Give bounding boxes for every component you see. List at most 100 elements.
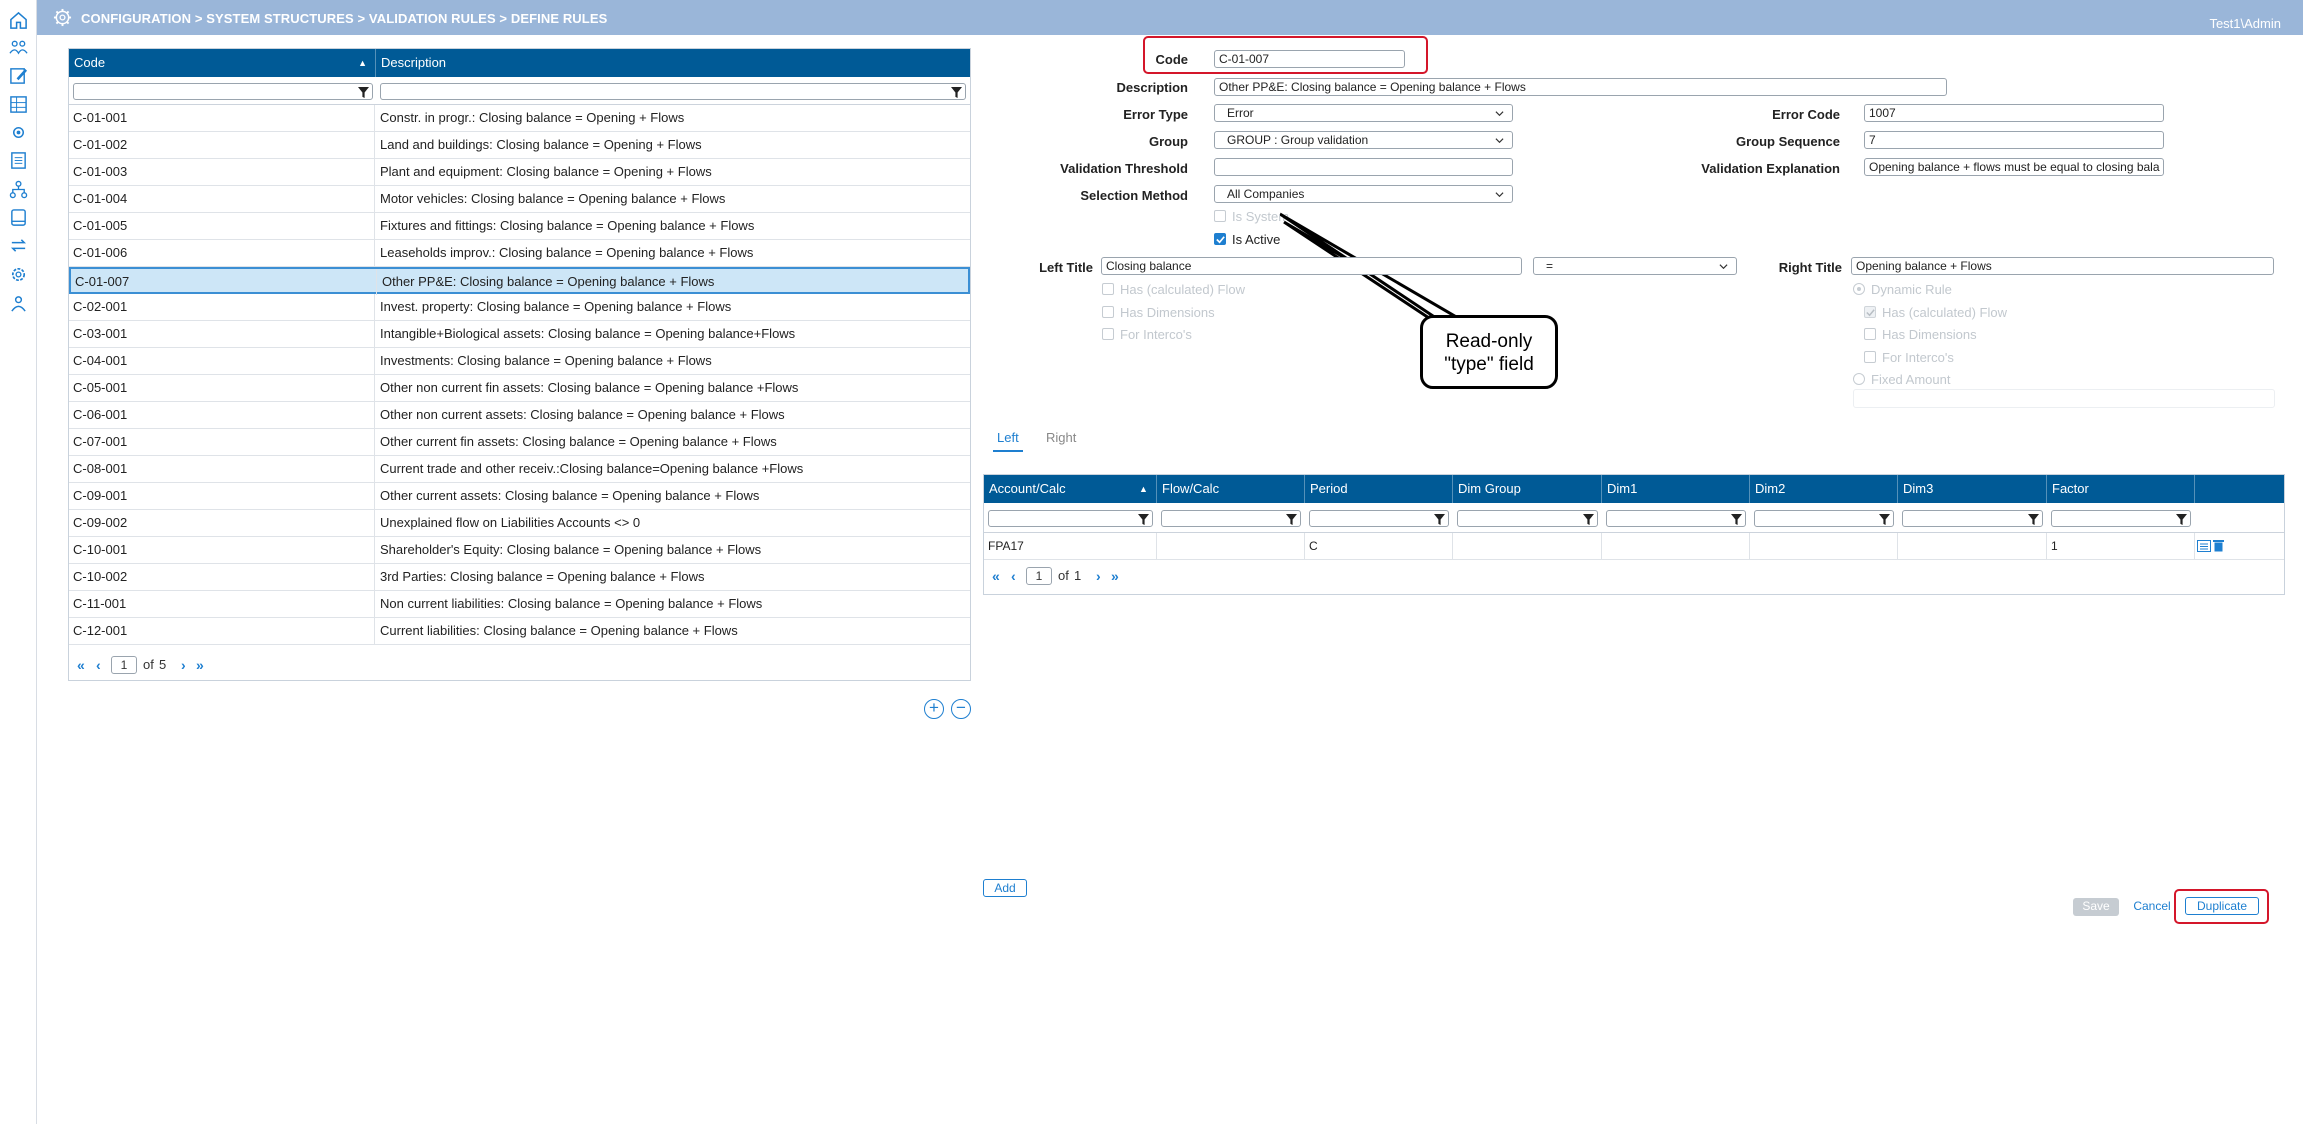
document-icon[interactable] bbox=[9, 151, 28, 170]
column-header-dim-group[interactable]: Dim Group bbox=[1453, 475, 1602, 503]
column-header-factor[interactable]: Factor bbox=[2047, 475, 2195, 503]
is-active-checkbox[interactable] bbox=[1214, 233, 1226, 245]
filter-icon[interactable] bbox=[1286, 514, 1297, 525]
people-icon[interactable] bbox=[9, 38, 28, 57]
column-header-flow-calc[interactable]: Flow/Calc bbox=[1157, 475, 1305, 503]
table-row[interactable]: C-01-006 Leaseholds improv.: Closing bala… bbox=[69, 240, 970, 267]
group-sequence-input[interactable]: 7 bbox=[1864, 131, 2164, 149]
filter-icon[interactable] bbox=[1879, 514, 1890, 525]
next-page-icon[interactable]: › bbox=[1096, 568, 1101, 584]
table-row[interactable]: C-01-004 Motor vehicles: Closing balance … bbox=[69, 186, 970, 213]
column-header-account-calc[interactable]: Account/Calc bbox=[984, 475, 1157, 503]
tab-right[interactable]: Right bbox=[1046, 430, 1076, 445]
fixed-amount-input[interactable] bbox=[1853, 389, 2275, 408]
group-select[interactable]: GROUP : Group validation bbox=[1214, 131, 1513, 149]
next-page-icon[interactable]: › bbox=[181, 657, 186, 673]
prev-page-icon[interactable]: ‹ bbox=[1011, 568, 1016, 584]
code-input[interactable]: C-01-007 bbox=[1214, 50, 1405, 68]
table-row[interactable]: C-01-003 Plant and equipment: Closing bal… bbox=[69, 159, 970, 186]
description-filter-input[interactable] bbox=[380, 83, 966, 100]
prev-page-icon[interactable]: ‹ bbox=[96, 657, 101, 673]
table-row[interactable]: C-01-007 Other PP&E: Closing balance = Op… bbox=[69, 267, 970, 295]
table-row[interactable]: C-01-002 Land and buildings: Closing bala… bbox=[69, 132, 970, 159]
cancel-button[interactable]: Cancel bbox=[2129, 898, 2175, 916]
table-row[interactable]: C-01-001 Constr. in progr.: Closing balan… bbox=[69, 105, 970, 132]
table-row[interactable]: C-08-001 Current trade and other receiv.:… bbox=[69, 456, 970, 483]
users-icon[interactable] bbox=[9, 294, 28, 313]
validation-threshold-input[interactable] bbox=[1214, 158, 1513, 176]
tab-left[interactable]: Left bbox=[997, 430, 1019, 445]
right-for-intercos-checkbox[interactable] bbox=[1864, 351, 1876, 363]
factor-filter-input[interactable] bbox=[2051, 510, 2191, 527]
column-header-dim2[interactable]: Dim2 bbox=[1750, 475, 1898, 503]
account-calc-filter-input[interactable] bbox=[988, 510, 1153, 527]
swap-icon[interactable] bbox=[9, 236, 28, 255]
duplicate-button[interactable]: Duplicate bbox=[2185, 897, 2259, 915]
table-row[interactable]: C-12-001 Current liabilities: Closing bal… bbox=[69, 618, 970, 645]
last-page-icon[interactable]: » bbox=[1111, 568, 1119, 584]
last-page-icon[interactable]: » bbox=[196, 657, 204, 673]
dim1-filter-input[interactable] bbox=[1606, 510, 1746, 527]
period-filter-input[interactable] bbox=[1309, 510, 1449, 527]
first-page-icon[interactable]: « bbox=[992, 568, 1000, 584]
filter-icon[interactable] bbox=[1434, 514, 1445, 525]
add-rule-icon[interactable]: + bbox=[924, 699, 944, 719]
filter-icon[interactable] bbox=[1583, 514, 1594, 525]
table-row[interactable]: C-05-001 Other non current fin assets: Cl… bbox=[69, 375, 970, 402]
code-filter-input[interactable] bbox=[73, 83, 373, 100]
book-icon[interactable] bbox=[9, 208, 28, 227]
left-title-input[interactable]: Closing balance bbox=[1101, 257, 1522, 275]
fixed-amount-radio[interactable] bbox=[1853, 373, 1865, 385]
validation-explanation-input[interactable]: Opening balance + flows must be equal to… bbox=[1864, 158, 2164, 176]
details-icon[interactable] bbox=[2197, 540, 2211, 552]
remove-rule-icon[interactable]: − bbox=[951, 699, 971, 719]
page-number-input[interactable]: 1 bbox=[1026, 567, 1052, 585]
filter-icon[interactable] bbox=[1731, 514, 1742, 525]
table-row[interactable]: C-09-001 Other current assets: Closing ba… bbox=[69, 483, 970, 510]
error-code-input[interactable]: 1007 bbox=[1864, 104, 2164, 122]
trash-icon[interactable] bbox=[2213, 539, 2224, 552]
right-has-dimensions-checkbox[interactable] bbox=[1864, 328, 1876, 340]
dim2-filter-input[interactable] bbox=[1754, 510, 1894, 527]
table-row[interactable]: FPA17 C 1 bbox=[984, 533, 2284, 560]
column-header-period[interactable]: Period bbox=[1305, 475, 1453, 503]
table-row[interactable]: C-04-001 Investments: Closing balance = O… bbox=[69, 348, 970, 375]
breadcrumb[interactable]: CONFIGURATION > SYSTEM STRUCTURES > VALI… bbox=[81, 11, 607, 26]
right-has-calculated-flow-checkbox[interactable] bbox=[1864, 306, 1876, 318]
add-button[interactable]: Add bbox=[983, 879, 1027, 897]
table-row[interactable]: C-03-001 Intangible+Biological assets: Cl… bbox=[69, 321, 970, 348]
column-header-dim1[interactable]: Dim1 bbox=[1602, 475, 1750, 503]
edit-icon[interactable] bbox=[9, 66, 28, 85]
table-row[interactable]: C-10-002 3rd Parties: Closing balance = O… bbox=[69, 564, 970, 591]
description-input[interactable]: Other PP&E: Closing balance = Opening ba… bbox=[1214, 78, 1947, 96]
selection-method-select[interactable]: All Companies bbox=[1214, 185, 1513, 203]
right-title-input[interactable]: Opening balance + Flows bbox=[1851, 257, 2274, 275]
left-has-dimensions-checkbox[interactable] bbox=[1102, 306, 1114, 318]
filter-icon[interactable] bbox=[358, 87, 369, 98]
table-row[interactable]: C-06-001 Other non current assets: Closin… bbox=[69, 402, 970, 429]
operator-select[interactable]: = bbox=[1533, 257, 1737, 275]
filter-icon[interactable] bbox=[2176, 514, 2187, 525]
column-header-dim3[interactable]: Dim3 bbox=[1898, 475, 2047, 503]
dim3-filter-input[interactable] bbox=[1902, 510, 2043, 527]
column-header-description[interactable]: Description bbox=[376, 49, 970, 77]
filter-icon[interactable] bbox=[2028, 514, 2039, 525]
column-header-code[interactable]: Code ▲ bbox=[69, 49, 376, 77]
sitemap-icon[interactable] bbox=[9, 95, 28, 114]
is-system-checkbox[interactable] bbox=[1214, 210, 1226, 222]
flow-calc-filter-input[interactable] bbox=[1161, 510, 1301, 527]
table-row[interactable]: C-02-001 Invest. property: Closing balanc… bbox=[69, 294, 970, 321]
user-name[interactable]: Test1\Admin bbox=[2209, 16, 2281, 31]
table-row[interactable]: C-09-002 Unexplained flow on Liabilities … bbox=[69, 510, 970, 537]
hierarchy-icon[interactable] bbox=[9, 180, 28, 199]
first-page-icon[interactable]: « bbox=[77, 657, 85, 673]
home-icon[interactable] bbox=[9, 11, 28, 30]
table-row[interactable]: C-07-001 Other current fin assets: Closin… bbox=[69, 429, 970, 456]
filter-icon[interactable] bbox=[1138, 514, 1149, 525]
gears-icon[interactable] bbox=[9, 123, 28, 142]
table-row[interactable]: C-11-001 Non current liabilities: Closing… bbox=[69, 591, 970, 618]
dim-group-filter-input[interactable] bbox=[1457, 510, 1598, 527]
page-number-input[interactable]: 1 bbox=[111, 656, 137, 674]
table-row[interactable]: C-01-005 Fixtures and fittings: Closing b… bbox=[69, 213, 970, 240]
save-button[interactable]: Save bbox=[2073, 898, 2119, 916]
